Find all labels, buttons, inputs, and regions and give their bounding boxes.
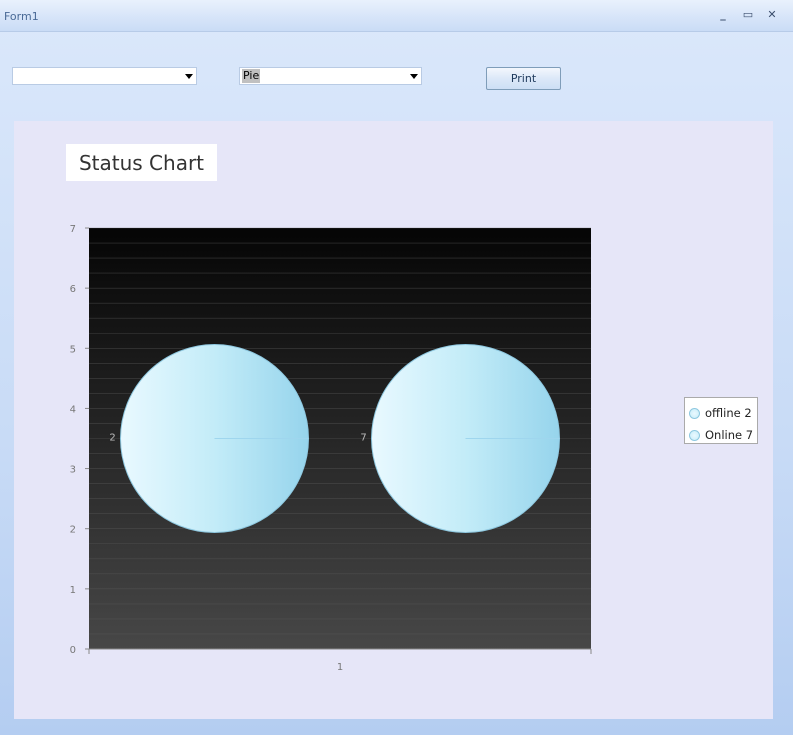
y-tick-label: 5 — [70, 344, 76, 355]
y-tick-label: 1 — [70, 585, 76, 596]
y-tick-label: 7 — [70, 224, 76, 235]
y-tick-label: 3 — [70, 465, 76, 476]
y-tick-label: 0 — [70, 645, 76, 656]
y-tick-label: 4 — [70, 404, 76, 415]
pie-chart: 0 1 2 3 4 5 6 7 1 2 7 — [70, 224, 592, 673]
y-tick-label: 2 — [70, 525, 76, 536]
pie-data-label: 7 — [360, 433, 366, 444]
x-tick-label: 1 — [337, 662, 343, 673]
y-tick-label: 6 — [70, 284, 76, 295]
pie-data-label: 2 — [109, 433, 115, 444]
